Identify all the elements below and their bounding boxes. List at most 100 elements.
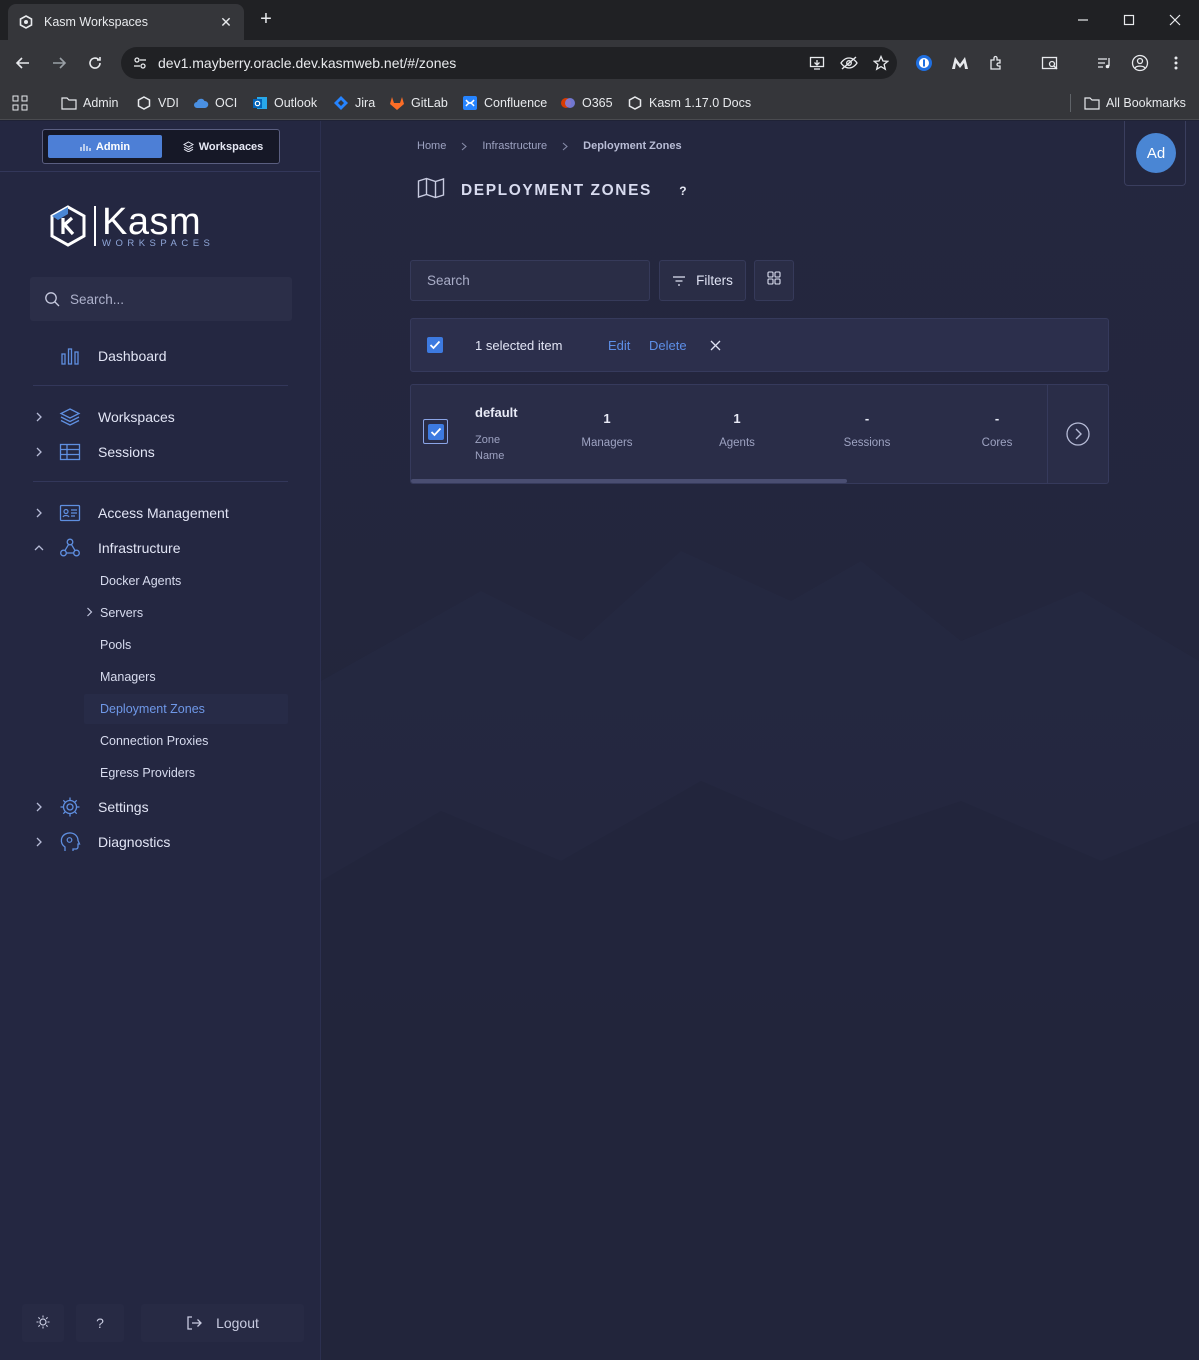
maximize-icon[interactable] (1106, 0, 1152, 40)
kasm-icon (627, 95, 643, 111)
table-row[interactable]: default Zone Name 1 Managers 1 Agents - … (410, 384, 1109, 484)
chevron-right-icon (32, 837, 46, 847)
sidebar-label: Dashboard (98, 348, 167, 364)
tab-close-icon[interactable]: ✕ (218, 14, 234, 31)
bookmark-o365[interactable]: O365 (560, 92, 613, 114)
zones-search-input[interactable] (427, 273, 627, 288)
horizontal-scrollbar[interactable] (411, 479, 847, 483)
user-menu: Ad (1124, 121, 1186, 186)
all-bookmarks[interactable]: All Bookmarks (1084, 92, 1186, 114)
managers-stat: 1 Managers (547, 411, 667, 449)
agents-stat: 1 Agents (677, 411, 797, 449)
workspaces-mode-button[interactable]: Workspaces (169, 135, 277, 158)
apps-grid-icon[interactable] (12, 92, 28, 114)
sidebar-item-egress-providers[interactable]: Egress Providers (84, 758, 288, 788)
breadcrumb-current: Deployment Zones (583, 140, 682, 152)
forward-icon[interactable] (44, 48, 74, 78)
sidebar: Admin Workspaces Kasm WORKSPACES Search.… (0, 121, 321, 1360)
extensions-icon[interactable] (980, 47, 1012, 79)
divider (33, 385, 288, 386)
page-help-icon[interactable]: ? (676, 184, 690, 198)
sidebar-label: Workspaces (98, 409, 175, 425)
new-tab-icon[interactable]: + (254, 8, 278, 32)
sidebar-item-settings[interactable]: Settings (0, 792, 320, 822)
logout-button[interactable]: Logout (141, 1304, 304, 1342)
sidebar-search[interactable] (30, 277, 292, 321)
sidebar-label: Servers (100, 606, 144, 620)
help-button[interactable]: ? (76, 1304, 124, 1342)
address-bar[interactable]: dev1.mayberry.oracle.dev.kasmweb.net/#/z… (121, 47, 897, 79)
theme-toggle-button[interactable] (22, 1304, 64, 1342)
chevron-circle-right-icon[interactable] (1066, 422, 1090, 446)
delete-link[interactable]: Delete (649, 338, 687, 353)
grid-view-button[interactable] (754, 260, 794, 301)
breadcrumb-home[interactable]: Home (417, 140, 446, 152)
sidebar-item-access-management[interactable]: Access Management (0, 498, 320, 528)
folder-icon (61, 95, 77, 111)
minimize-icon[interactable] (1060, 0, 1106, 40)
clear-selection-icon[interactable] (707, 337, 723, 353)
avatar[interactable]: Ad (1136, 133, 1176, 173)
zones-search[interactable] (410, 260, 650, 301)
sidebar-item-deployment-zones[interactable]: Deployment Zones (84, 694, 288, 724)
sidebar-item-managers[interactable]: Managers (84, 662, 288, 692)
sidebar-item-workspaces[interactable]: Workspaces (0, 402, 320, 432)
eye-off-icon[interactable] (833, 47, 865, 79)
bookmark-vdi[interactable]: VDI (136, 92, 179, 114)
bookmark-admin[interactable]: Admin (61, 92, 118, 114)
bookmark-label: All Bookmarks (1106, 96, 1186, 110)
bookmark-star-icon[interactable] (865, 47, 897, 79)
sidebar-item-servers[interactable]: Servers (84, 598, 288, 628)
edit-link[interactable]: Edit (608, 338, 630, 353)
mode-switch: Admin Workspaces (42, 129, 280, 164)
sidebar-item-sessions[interactable]: Sessions (0, 437, 320, 467)
help-label: ? (96, 1315, 104, 1331)
filters-button[interactable]: Filters (659, 260, 746, 301)
sidebar-search-input[interactable] (70, 291, 270, 307)
bookmark-divider (1070, 94, 1071, 112)
sidebar-label: Diagnostics (98, 834, 171, 850)
select-all-checkbox[interactable] (427, 337, 443, 353)
folder-icon (1084, 95, 1100, 111)
back-icon[interactable] (8, 48, 38, 78)
extension-m-icon[interactable] (944, 47, 976, 79)
tab-search-icon[interactable] (1034, 47, 1066, 79)
reload-icon[interactable] (80, 48, 110, 78)
window-close-icon[interactable] (1152, 0, 1198, 40)
bookmark-label: Outlook (274, 96, 318, 110)
dashboard-chart-icon (58, 344, 82, 368)
install-app-icon[interactable] (801, 47, 833, 79)
admin-mode-button[interactable]: Admin (48, 135, 162, 158)
bar-chart-icon (80, 142, 91, 152)
sidebar-label: Connection Proxies (100, 734, 209, 748)
sidebar-item-connection-proxies[interactable]: Connection Proxies (84, 726, 288, 756)
bookmark-label: Jira (355, 96, 376, 110)
password-manager-icon[interactable] (908, 47, 940, 79)
sidebar-item-diagnostics[interactable]: Diagnostics (0, 827, 320, 857)
row-checkbox[interactable] (423, 419, 448, 444)
profile-icon[interactable] (1124, 47, 1156, 79)
site-info-icon[interactable] (125, 48, 155, 78)
sidebar-item-pools[interactable]: Pools (84, 630, 288, 660)
gitlab-icon (389, 95, 405, 111)
media-control-icon[interactable] (1088, 47, 1120, 79)
bookmark-gitlab[interactable]: GitLab (389, 92, 448, 114)
sessions-value: - (864, 411, 870, 426)
row-divider (1047, 385, 1048, 483)
sidebar-label: Pools (100, 638, 132, 652)
bookmark-oci[interactable]: OCI (193, 92, 237, 114)
chevron-right-icon (562, 142, 568, 151)
bookmark-outlook[interactable]: Outlook (252, 92, 317, 114)
chevron-up-icon (32, 544, 46, 552)
bookmark-label: O365 (582, 96, 613, 110)
cores-value: - (994, 411, 1000, 426)
sidebar-item-infrastructure[interactable]: Infrastructure (0, 533, 320, 563)
breadcrumb-infrastructure[interactable]: Infrastructure (482, 140, 547, 152)
bookmark-kasm-docs[interactable]: Kasm 1.17.0 Docs (627, 92, 751, 114)
bookmark-confluence[interactable]: Confluence (462, 92, 547, 114)
sidebar-item-dashboard[interactable]: Dashboard (0, 341, 320, 371)
sidebar-item-docker-agents[interactable]: Docker Agents (84, 566, 288, 596)
browser-menu-icon[interactable] (1160, 47, 1192, 79)
browser-tab[interactable]: Kasm Workspaces ✕ (8, 4, 244, 40)
bookmark-jira[interactable]: Jira (333, 92, 375, 114)
